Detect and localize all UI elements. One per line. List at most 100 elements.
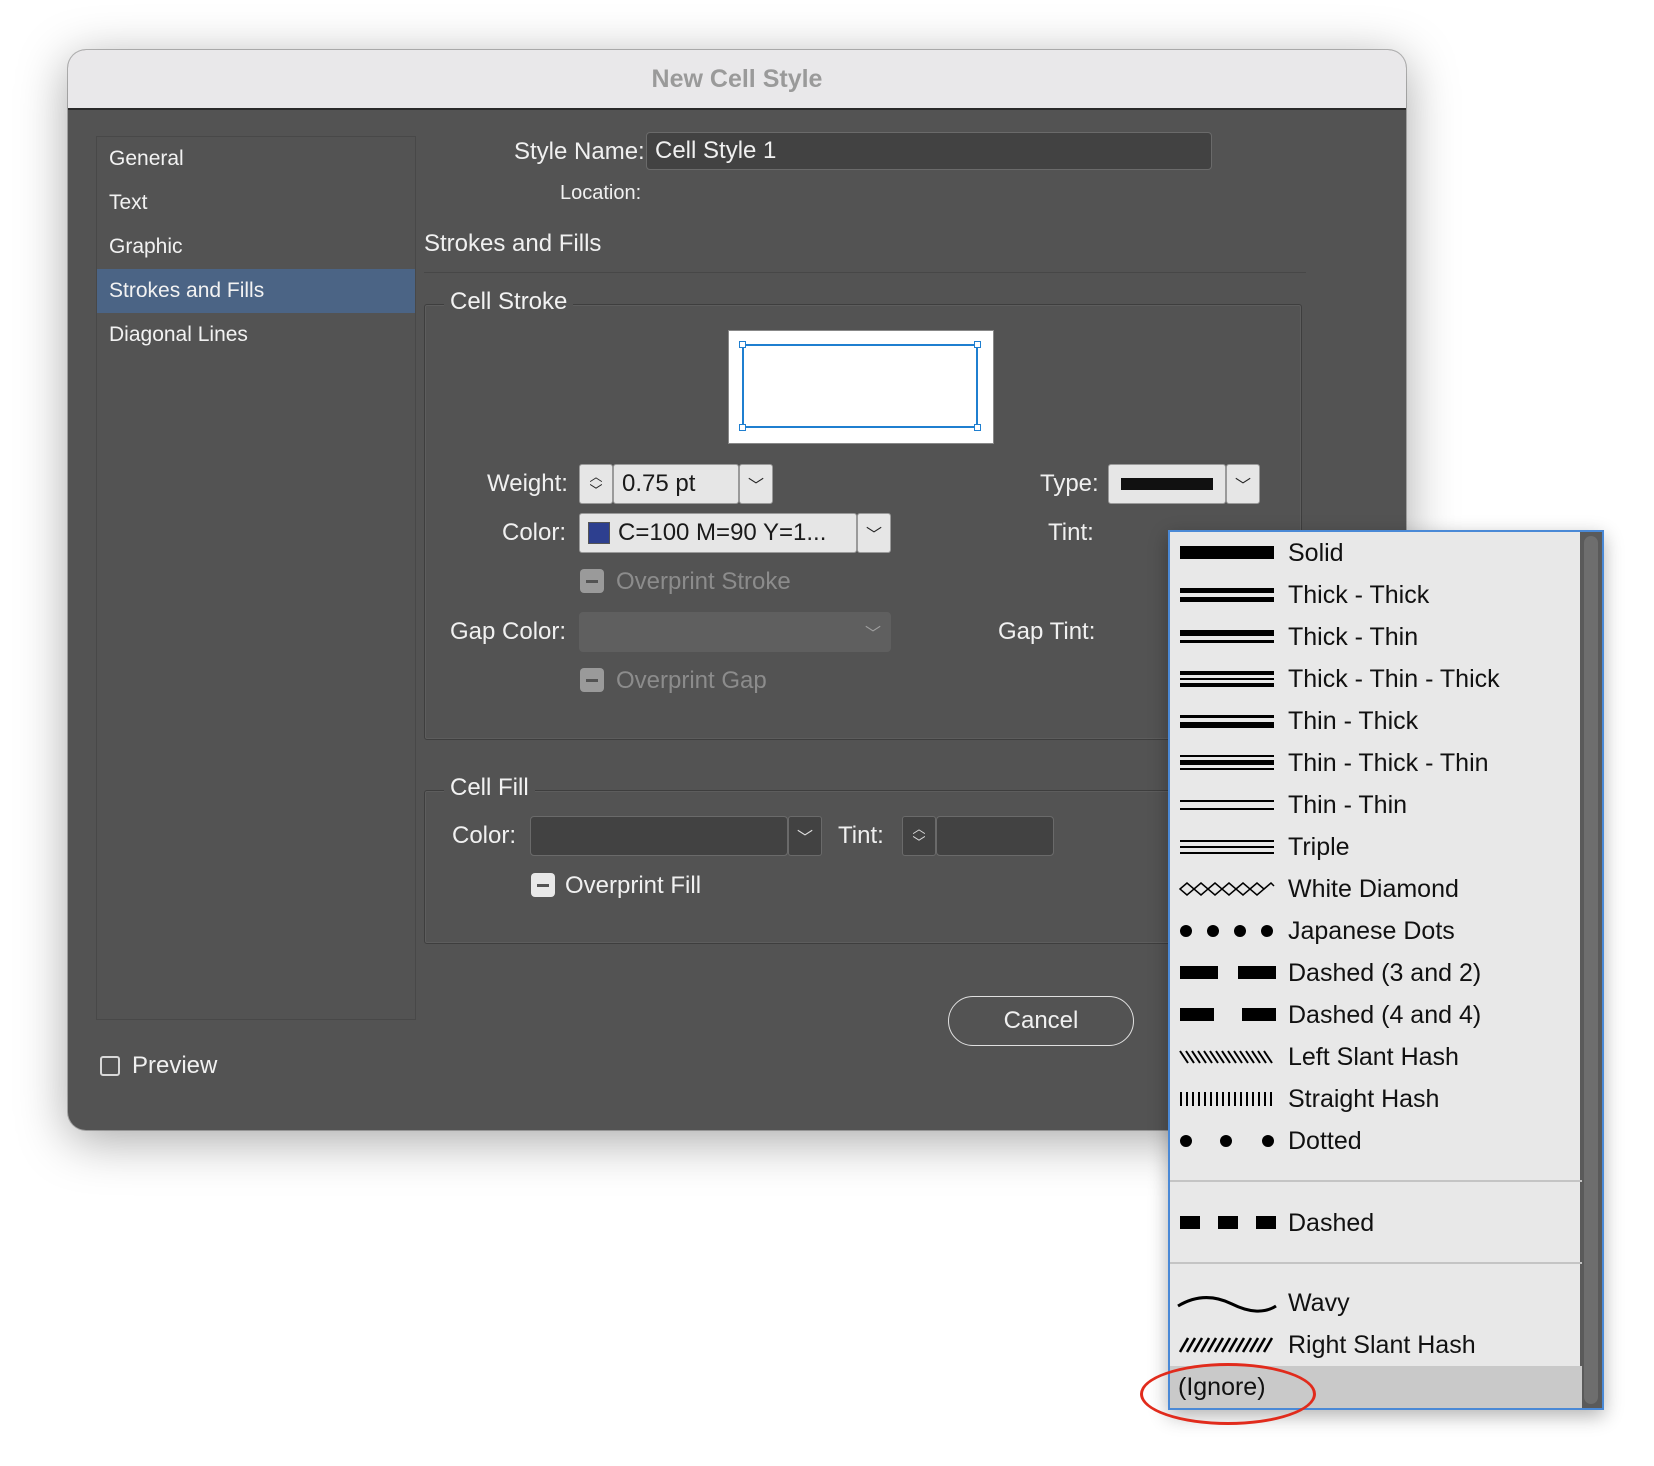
menu-item-label: Right Slant Hash [1288,1330,1476,1359]
cell-fill-title: Cell Fill [444,774,535,802]
menu-item-label: Thick - Thin [1288,622,1419,651]
cell-stroke-title: Cell Stroke [444,288,574,316]
menu-item-dashed[interactable]: Dashed [1170,1202,1582,1244]
style-name-input[interactable]: Cell Style 1 [646,132,1212,170]
menu-item-label: Thin - Thick [1288,706,1419,735]
weight-value: 0.75 pt [622,470,696,497]
thick-thin-thick-stroke-icon [1180,671,1274,687]
overprint-gap-label: Overprint Gap [616,667,767,694]
corner-handle[interactable] [974,424,981,431]
menu-item-thin-thick-thin[interactable]: Thin - Thick - Thin [1170,742,1582,784]
dashed-4-4-stroke-icon [1180,1008,1276,1021]
stroke-color-dropdown-button[interactable]: ﹀ [857,513,891,553]
sidebar-item-text[interactable]: Text [97,181,415,225]
triple-stroke-icon [1180,840,1274,854]
ignore-highlight-circle [1140,1363,1316,1425]
corner-handle[interactable] [739,341,746,348]
chevron-down-icon: ﹀ [912,835,926,850]
menu-item-dotted[interactable]: Dotted [1170,1120,1582,1162]
menu-item-label: Wavy [1288,1288,1350,1317]
gap-color-label: Gap Color: [450,618,567,645]
corner-handle[interactable] [739,424,746,431]
menu-item-label: Thick - Thick [1288,580,1430,609]
cell-stroke-preview-rect [742,344,978,428]
weight-dropdown-button[interactable]: ﹀ [739,464,773,504]
overprint-gap-checkbox[interactable] [580,668,604,692]
cell-stroke-preview[interactable] [728,330,994,444]
section-divider [424,272,1306,273]
menu-item-label: Left Slant Hash [1288,1042,1459,1071]
menu-item-dashed-4-and-4[interactable]: Dashed (4 and 4) [1170,994,1582,1036]
chevron-down-icon: ﹀ [864,626,881,643]
chevron-down-icon: ﹀ [589,483,603,498]
menu-item-thin-thin[interactable]: Thin - Thin [1170,784,1582,826]
preview-row: Preview [100,1052,217,1080]
menu-item-label: Japanese Dots [1288,916,1455,945]
menu-item-solid[interactable]: Solid [1170,532,1582,574]
menu-item-thick-thin-thick[interactable]: Thick - Thin - Thick [1170,658,1582,700]
dialog-title: New Cell Style [68,50,1406,110]
chevron-down-icon: ﹀ [865,527,882,544]
overprint-fill-checkbox[interactable] [531,873,555,897]
menu-item-label: Dashed [1288,1208,1375,1237]
thin-thick-thin-stroke-icon [1180,755,1274,770]
menu-item-label: Dashed (3 and 2) [1288,958,1482,987]
corner-handle[interactable] [974,341,981,348]
sidebar-item-graphic[interactable]: Graphic [97,225,415,269]
chevron-down-icon: ﹀ [747,478,764,495]
menu-item-label: Thick - Thin - Thick [1288,664,1500,693]
fill-color-dropdown-button[interactable]: ﹀ [788,816,822,856]
gap-color-selector[interactable]: ﹀ [579,612,891,652]
overprint-stroke-checkbox[interactable] [580,569,604,593]
menu-item-thin-thick[interactable]: Thin - Thick [1170,700,1582,742]
menu-item-straight-hash[interactable]: Straight Hash [1170,1078,1582,1120]
type-label: Type: [1040,470,1099,497]
menu-item-thick-thick[interactable]: Thick - Thick [1170,574,1582,616]
weight-stepper[interactable]: ︿ ﹀ [579,464,613,504]
type-dropdown-button[interactable]: ﹀ [1226,464,1260,504]
stroke-color-selector[interactable]: C=100 M=90 Y=1... [579,513,857,553]
color-swatch [588,522,610,544]
scrollbar-thumb[interactable] [1584,536,1598,1404]
sidebar-item-strokes-and-fills[interactable]: Strokes and Fills [97,269,415,313]
menu-item-dashed-3-and-2[interactable]: Dashed (3 and 2) [1170,952,1582,994]
mixed-checkbox-icon [580,569,604,593]
menu-item-label: Straight Hash [1288,1084,1440,1113]
chevron-up-icon: ︿ [589,469,603,484]
menu-separator [1170,1180,1582,1182]
fill-tint-stepper[interactable]: ︿ ﹀ [902,816,936,856]
thin-thick-stroke-icon [1180,715,1274,728]
mixed-checkbox-icon [531,873,555,897]
tint-label: Tint: [1048,519,1094,546]
stroke-color-label: Color: [502,519,567,546]
chevron-down-icon: ﹀ [1234,478,1251,495]
dotted-stroke-icon [1180,1135,1274,1147]
thick-thin-stroke-icon [1180,630,1274,643]
sidebar-item-diagonal-lines[interactable]: Diagonal Lines [97,313,415,357]
cancel-button[interactable]: Cancel [948,996,1134,1046]
weight-input[interactable]: 0.75 pt [613,464,739,504]
white-diamond-stroke-icon [1178,881,1275,896]
menu-scrollbar[interactable] [1580,532,1602,1408]
menu-item-label: Triple [1288,832,1350,861]
fill-color-selector[interactable] [530,816,788,856]
menu-item-white-diamond[interactable]: White Diamond [1170,868,1582,910]
menu-separator [1170,1262,1582,1264]
menu-item-triple[interactable]: Triple [1170,826,1582,868]
sidebar-item-general[interactable]: General [97,137,415,181]
stroke-type-menu: Solid Thick - Thick Thick - Thin Thick -… [1168,530,1604,1410]
type-selector[interactable] [1108,464,1226,504]
gap-tint-label: Gap Tint: [998,618,1096,645]
preview-checkbox[interactable] [100,1056,120,1076]
menu-item-wavy[interactable]: Wavy [1170,1282,1582,1324]
menu-item-left-slant-hash[interactable]: Left Slant Hash [1170,1036,1582,1078]
style-name-value: Cell Style 1 [655,137,777,164]
stroke-color-value: C=100 M=90 Y=1... [618,519,827,546]
menu-item-japanese-dots[interactable]: Japanese Dots [1170,910,1582,952]
thick-thick-stroke-icon [1180,588,1274,602]
solid-stroke-icon [1180,546,1274,559]
fill-tint-input[interactable] [936,816,1054,856]
sidebar-item-label: Diagonal Lines [109,323,248,346]
menu-item-thick-thin[interactable]: Thick - Thin [1170,616,1582,658]
menu-item-right-slant-hash[interactable]: Right Slant Hash [1170,1324,1582,1366]
